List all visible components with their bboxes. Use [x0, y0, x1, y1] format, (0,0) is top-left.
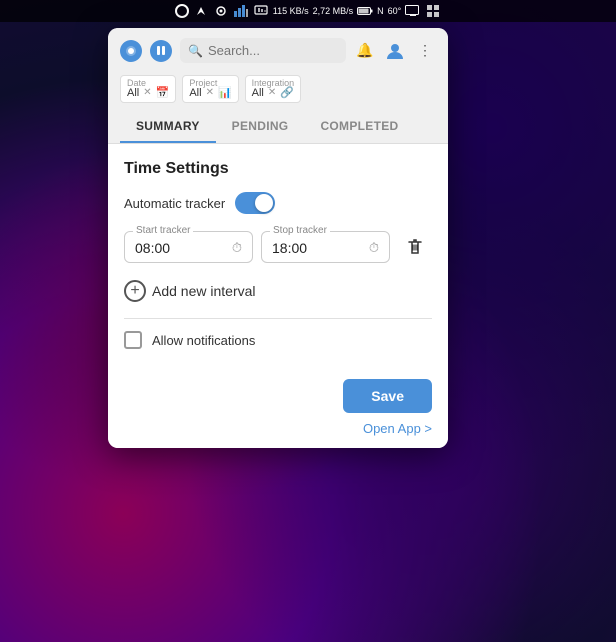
pause-icon[interactable]	[150, 40, 172, 62]
interval-row-0: Start tracker 08:00 ⏱ Stop tracker 18:00…	[124, 230, 432, 264]
stop-tracker-field[interactable]: Stop tracker 18:00 ⏱	[261, 231, 390, 263]
network-speed-text2: 2,72 MB/s	[313, 6, 354, 16]
content-area: Time Settings Automatic tracker Start tr…	[108, 144, 448, 369]
temperature-text: 60°	[388, 6, 402, 16]
stop-tracker-label: Stop tracker	[270, 225, 330, 236]
integration-filter-clear[interactable]: ✕	[268, 87, 276, 98]
system-bar: 115 KB/s 2,72 MB/s N 60°	[0, 0, 616, 22]
notification-row: Allow notifications	[124, 331, 432, 349]
signal-icon	[213, 4, 229, 18]
stop-clock-icon: ⏱	[369, 240, 379, 256]
project-filter-value: All	[189, 87, 201, 99]
start-clock-icon: ⏱	[232, 240, 242, 256]
search-box[interactable]: 🔍	[180, 38, 346, 63]
add-interval-icon: +	[124, 280, 146, 302]
tab-pending[interactable]: PENDING	[216, 111, 305, 143]
section-title: Time Settings	[124, 160, 432, 178]
bars-icon	[233, 4, 249, 18]
stop-tracker-value: 18:00	[272, 240, 307, 256]
start-tracker-field[interactable]: Start tracker 08:00 ⏱	[124, 231, 253, 263]
network-speed-text: 115 KB/s	[273, 6, 309, 16]
monitor-icon	[253, 4, 269, 18]
date-filter-clear[interactable]: ✕	[143, 87, 151, 98]
add-interval-label: Add new interval	[152, 283, 256, 299]
start-tracker-value: 08:00	[135, 240, 170, 256]
tab-summary[interactable]: SUMMARY	[120, 111, 216, 143]
toggle-knob	[255, 194, 273, 212]
integration-filter-label: Integration	[252, 78, 295, 88]
calendar-icon: 📅	[156, 86, 170, 99]
project-filter-chip[interactable]: Project All ✕ 📊	[182, 75, 238, 103]
nav-icon	[193, 4, 209, 18]
project-filter-label: Project	[189, 78, 217, 88]
grid-icon	[425, 4, 441, 18]
date-filter-chip[interactable]: Date All ✕ 📅	[120, 75, 176, 103]
automatic-tracker-toggle[interactable]	[235, 192, 275, 214]
chart-icon: 📊	[218, 86, 232, 99]
divider	[124, 318, 432, 319]
app-icon	[120, 40, 142, 62]
filter-row: Date All ✕ 📅 Project All ✕ 📊 Integration…	[108, 71, 448, 111]
date-filter-value: All	[127, 87, 139, 99]
allow-notifications-checkbox[interactable]	[124, 331, 142, 349]
add-interval-button[interactable]: + Add new interval	[124, 276, 432, 306]
project-filter-clear[interactable]: ✕	[206, 87, 214, 98]
automatic-tracker-row: Automatic tracker	[124, 192, 432, 214]
bell-icon[interactable]: 🔔	[354, 40, 376, 62]
popup-footer: Save Open App >	[108, 369, 448, 448]
search-input[interactable]	[208, 43, 338, 58]
system-tray: 115 KB/s 2,72 MB/s N 60°	[175, 4, 442, 18]
delete-interval-button[interactable]	[398, 230, 432, 264]
allow-notifications-label: Allow notifications	[152, 333, 255, 348]
open-app-link[interactable]: Open App >	[363, 421, 432, 436]
search-icon: 🔍	[188, 44, 203, 58]
integration-filter-chip[interactable]: Integration All ✕ 🔗	[245, 75, 301, 103]
battery-icon	[357, 4, 373, 18]
integration-filter-value: All	[252, 87, 264, 99]
popup-panel: 🔍 🔔 ⋮ Date All ✕ 📅 Project All ✕ 📊	[108, 28, 448, 448]
date-filter-label: Date	[127, 78, 146, 88]
user-icon[interactable]	[384, 40, 406, 62]
start-tracker-label: Start tracker	[133, 225, 193, 236]
automatic-tracker-label: Automatic tracker	[124, 196, 225, 211]
more-menu-icon[interactable]: ⋮	[414, 40, 436, 62]
tabs-bar: SUMMARY PENDING COMPLETED	[108, 111, 448, 144]
popup-header: 🔍 🔔 ⋮	[108, 28, 448, 71]
tab-completed[interactable]: COMPLETED	[304, 111, 414, 143]
n-label: N	[377, 6, 384, 16]
circle-icon	[175, 4, 189, 18]
display-icon	[405, 4, 421, 18]
save-button[interactable]: Save	[343, 379, 432, 413]
